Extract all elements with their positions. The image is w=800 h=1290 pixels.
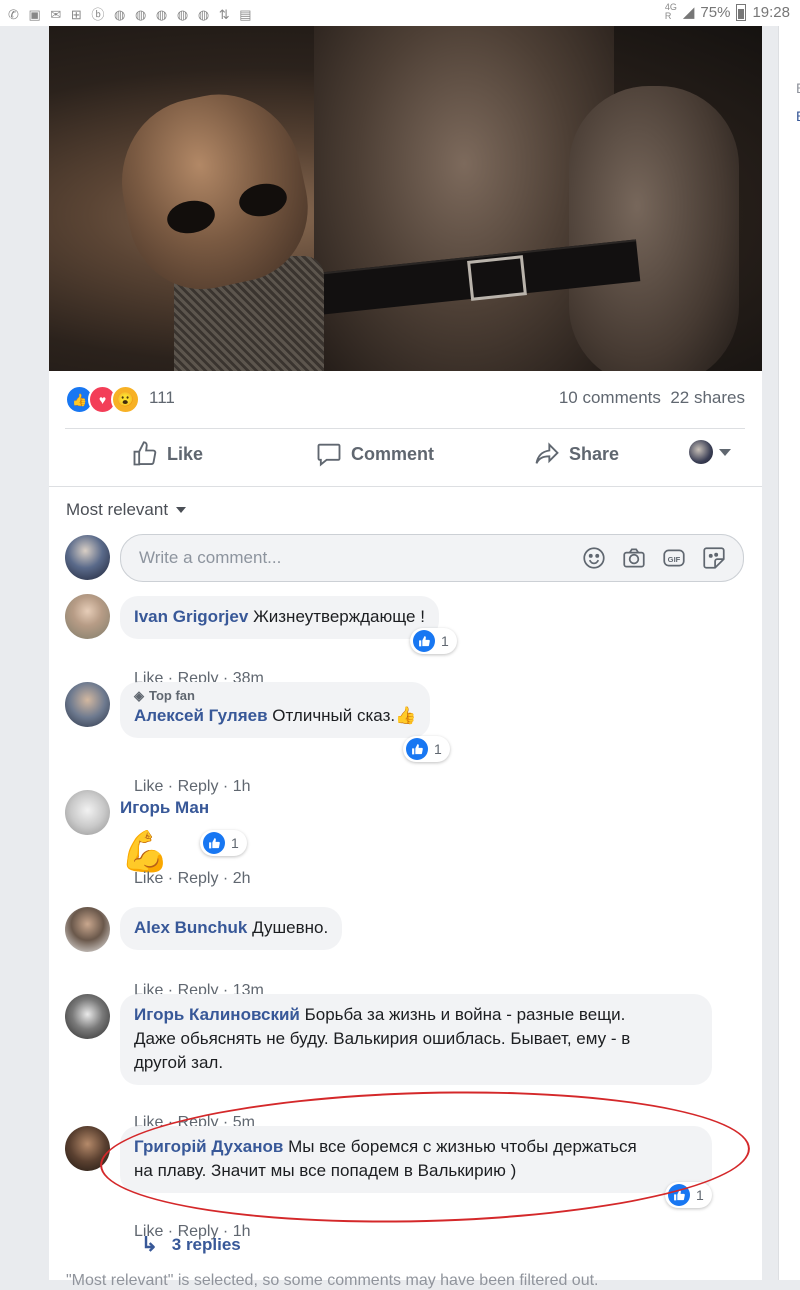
- divider: [65, 428, 745, 429]
- comment-text: Мы все боремся с жизнью чтобы держаться: [288, 1137, 637, 1156]
- wow-reaction-icon: 😮: [111, 385, 140, 414]
- gif-icon[interactable]: GIF: [661, 545, 687, 571]
- comment-text: Отличный сказ.: [272, 706, 396, 725]
- comment-text: Жизнеутверждающе !: [253, 607, 425, 626]
- top-fan-badge: ◈ Top fan: [134, 688, 195, 703]
- viewer-avatar: [689, 440, 713, 464]
- commenter-avatar[interactable]: [65, 1126, 110, 1171]
- status-bar: ✆ ▣ ✉ ⊞ ⓑ ◍ ◍ ◍ ◍ ◍ ⇅ ▤ 4G R ◢ 75% 19:28: [0, 0, 800, 26]
- comment-author[interactable]: Alex Bunchuk: [134, 918, 247, 937]
- comment-author[interactable]: Ivan Grigorjev: [134, 607, 248, 626]
- share-arrow-icon: [535, 442, 559, 464]
- comment-text: Даже обьяснять не буду. Валькирия ошибла…: [134, 1029, 631, 1048]
- reaction-count: 111: [149, 388, 175, 407]
- comment-bubble: Ivan Grigorjev Жизнеутверждающе !: [120, 596, 439, 639]
- comment: Григорій Духанов Мы все боремся с жизнью…: [65, 1126, 745, 1240]
- comment-time: 2h: [232, 870, 251, 887]
- comment-text: на плаву. Значит мы все попадем в Вальки…: [134, 1161, 517, 1180]
- comments-shares-count[interactable]: 10 comments 22 shares: [559, 388, 745, 408]
- diamond-icon: ◈: [134, 688, 144, 703]
- signal-icon: ◢: [682, 4, 695, 21]
- commenter-avatar[interactable]: [65, 994, 110, 1039]
- comment-bubble: Григорій Духанов Мы все боремся с жизнью…: [120, 1126, 712, 1193]
- clock: 19:28: [752, 3, 790, 21]
- comment-bubble: Игорь Калиновский Борьба за жизнь и войн…: [120, 994, 712, 1085]
- like-button[interactable]: Like: [131, 440, 203, 468]
- comment-author[interactable]: Григорій Духанов: [134, 1137, 283, 1156]
- post-as-selector[interactable]: [689, 440, 731, 464]
- comment-text: Борьба за жизнь и война - разные вещи.: [304, 1005, 626, 1024]
- chevron-down-icon: [176, 507, 187, 513]
- thumbs-up-icon: [133, 441, 157, 466]
- thumbs-up-emoji: 👍: [395, 706, 417, 725]
- thumbs-up-icon: [673, 1189, 685, 1200]
- comment-text: другой зал.: [134, 1053, 224, 1072]
- adjacent-card-link: E: [796, 108, 800, 124]
- chevron-down-icon: [719, 448, 731, 456]
- thumbs-up-icon: [418, 635, 430, 646]
- comment-author[interactable]: Игорь Калиновский: [134, 1005, 300, 1024]
- post-card: 👍 ♥ 😮 111 10 comments 22 shares Like Com…: [49, 26, 762, 1289]
- comment-author[interactable]: Игорь Ман: [120, 798, 209, 818]
- comment: ◈ Top fan Алексей Гуляев Отличный сказ.👍 …: [65, 682, 745, 795]
- comment: Ivan Grigorjev Жизнеутверждающе ! 1 Like…: [65, 594, 745, 687]
- commenter-avatar[interactable]: [65, 682, 110, 727]
- camera-icon[interactable]: [621, 545, 647, 571]
- status-right: 4G R ◢ 75% 19:28: [664, 2, 790, 22]
- comment-like-link[interactable]: Like: [134, 870, 163, 887]
- adjacent-card-text: E: [796, 80, 800, 96]
- view-replies-link[interactable]: ↳ 3 replies: [141, 1232, 241, 1257]
- comment-placeholder: Write a comment...: [139, 548, 282, 567]
- reply-arrow-icon: ↳: [141, 1234, 158, 1256]
- commenter-avatar[interactable]: [65, 594, 110, 639]
- comment-author[interactable]: Алексей Гуляев: [134, 706, 268, 725]
- thumbs-up-icon: [208, 837, 220, 848]
- reaction-icons: 👍 ♥ 😮: [65, 385, 140, 414]
- comment-text: Душевно.: [252, 918, 329, 937]
- reactions-summary[interactable]: 👍 ♥ 😮 111 10 comments 22 shares: [65, 384, 745, 414]
- network-indicator: 4G R: [664, 2, 677, 21]
- comment-button[interactable]: Comment: [315, 440, 434, 468]
- adjacent-card: [778, 26, 800, 1280]
- filter-note: "Most relevant" is selected, so some com…: [66, 1272, 599, 1289]
- divider: [49, 486, 762, 487]
- comment-input[interactable]: Write a comment... GIF: [120, 534, 744, 582]
- thumbs-up-icon: [411, 743, 423, 754]
- share-button[interactable]: Share: [533, 440, 619, 468]
- sticker-icon[interactable]: [701, 545, 727, 571]
- comment: Alex Bunchuk Душевно. Like · Reply · 13m: [65, 907, 745, 999]
- comment-reaction-badge[interactable]: 1: [200, 830, 247, 856]
- comment: Игорь Ман 💪 1 Like · Reply · 2h: [65, 790, 745, 890]
- notification-icons: ✆ ▣ ✉ ⊞ ⓑ ◍ ◍ ◍ ◍ ◍ ⇅ ▤: [8, 7, 255, 22]
- emoji-icon[interactable]: [581, 545, 607, 571]
- post-actions: Like Comment Share: [49, 438, 762, 478]
- commenter-avatar[interactable]: [65, 790, 110, 835]
- post-photo[interactable]: [49, 26, 762, 371]
- comment-bubble: ◈ Top fan Алексей Гуляев Отличный сказ.👍: [120, 682, 431, 738]
- flexed-biceps-emoji: 💪: [120, 830, 170, 874]
- comment-sort-dropdown[interactable]: Most relevant: [66, 500, 187, 520]
- comment-reply-link[interactable]: Reply: [178, 870, 219, 887]
- comment-reaction-badge[interactable]: 1: [665, 1182, 712, 1208]
- comment-composer: Write a comment... GIF: [65, 534, 745, 582]
- speech-bubble-icon: [317, 443, 341, 467]
- comment-bubble: Alex Bunchuk Душевно.: [120, 907, 343, 950]
- comment-reaction-badge[interactable]: 1: [410, 628, 457, 654]
- comment: Игорь Калиновский Борьба за жизнь и войн…: [65, 994, 745, 1131]
- comment-meta: Like · Reply · 2h: [134, 870, 251, 887]
- battery-percent: 75%: [700, 3, 731, 21]
- battery-icon: [736, 3, 747, 21]
- commenter-avatar[interactable]: [65, 907, 110, 952]
- viewer-avatar: [65, 535, 110, 580]
- svg-text:GIF: GIF: [668, 555, 681, 564]
- comment-reaction-badge[interactable]: 1: [403, 736, 450, 762]
